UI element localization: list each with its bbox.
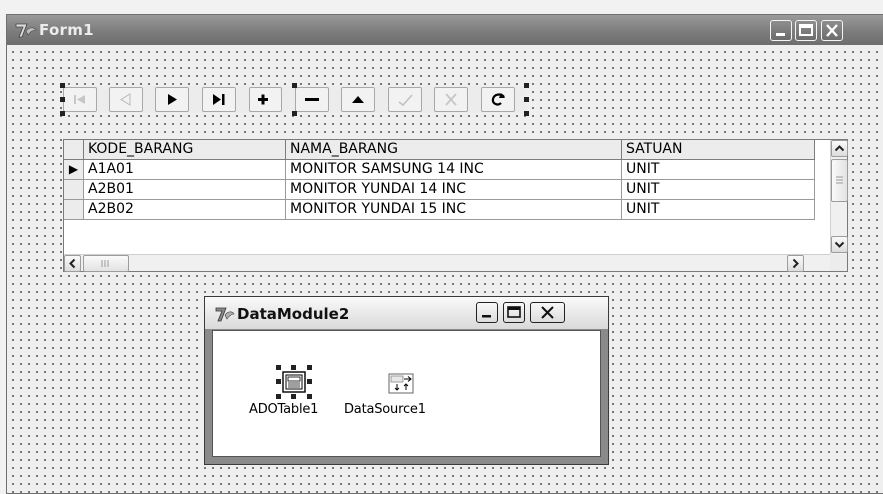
- close-icon: [541, 306, 554, 319]
- cell-nama-barang[interactable]: MONITOR YUNDAI 15 INC: [286, 200, 622, 220]
- check-icon: [398, 94, 413, 107]
- table-row[interactable]: ▶ A1A01 MONITOR SAMSUNG 14 INC UNIT: [64, 160, 830, 180]
- nav-last-button[interactable]: [202, 87, 236, 112]
- column-header-nama-barang[interactable]: NAMA_BARANG: [286, 140, 622, 160]
- vertical-scroll-thumb[interactable]: [831, 159, 848, 202]
- cell-kode-barang[interactable]: A2B01: [84, 180, 286, 200]
- nav-cancel-button[interactable]: [434, 87, 468, 112]
- cell-kode-barang[interactable]: A1A01: [84, 160, 286, 180]
- row-indicator: [64, 200, 84, 220]
- nav-prior-button[interactable]: [109, 87, 143, 112]
- grid-indicator-header: [64, 140, 84, 160]
- form1-title: Form1: [39, 21, 94, 39]
- db-navigator: [60, 83, 529, 116]
- nav-refresh-button[interactable]: [481, 87, 515, 112]
- first-record-icon: [74, 95, 85, 104]
- selection-handle[interactable]: [307, 365, 312, 370]
- cell-kode-barang[interactable]: A2B02: [84, 200, 286, 220]
- delphi-icon: [15, 23, 37, 38]
- datasource-icon: [388, 373, 414, 394]
- nav-post-button[interactable]: [388, 87, 422, 112]
- column-header-satuan[interactable]: SATUAN: [622, 140, 815, 160]
- maximize-button[interactable]: [503, 302, 525, 323]
- nav-edit-button[interactable]: [341, 87, 375, 112]
- scroll-right-button[interactable]: [787, 255, 804, 272]
- refresh-icon: [491, 93, 505, 106]
- selection-handle[interactable]: [276, 379, 281, 384]
- datamodule2-titlebar[interactable]: DataModule2: [205, 297, 608, 329]
- prior-record-icon: [120, 93, 131, 106]
- scrollbar-corner: [830, 254, 847, 271]
- chevron-left-icon: [69, 258, 76, 269]
- nav-first-button[interactable]: [63, 87, 97, 112]
- row-indicator: [64, 180, 84, 200]
- current-row-indicator: ▶: [64, 160, 84, 180]
- next-record-icon: [168, 94, 177, 105]
- column-header-kode-barang[interactable]: KODE_BARANG: [84, 140, 286, 160]
- nav-insert-button[interactable]: [249, 87, 282, 112]
- selection-handle[interactable]: [524, 83, 529, 88]
- cell-satuan[interactable]: UNIT: [622, 180, 815, 200]
- table-row[interactable]: A2B01 MONITOR YUNDAI 14 INC UNIT: [64, 180, 830, 200]
- selection-handle[interactable]: [524, 97, 529, 102]
- selection-handle[interactable]: [524, 111, 529, 116]
- scroll-up-button[interactable]: [831, 140, 848, 157]
- selection-handle[interactable]: [307, 394, 312, 399]
- selection-handle[interactable]: [276, 365, 281, 370]
- vertical-scrollbar[interactable]: [830, 140, 848, 255]
- minimize-button[interactable]: [770, 20, 792, 41]
- table-row[interactable]: A2B02 MONITOR YUNDAI 15 INC UNIT: [64, 200, 830, 220]
- horizontal-scrollbar[interactable]: [64, 254, 830, 272]
- db-grid[interactable]: KODE_BARANG NAMA_BARANG SATUAN ▶ A1A01 M…: [63, 139, 848, 272]
- form1-titlebar[interactable]: Form1: [7, 15, 883, 45]
- datamodule2-title: DataModule2: [237, 305, 350, 323]
- datasource-label: DataSource1: [344, 402, 426, 417]
- selection-handle[interactable]: [291, 365, 296, 370]
- selection-handle[interactable]: [307, 379, 312, 384]
- cell-satuan[interactable]: UNIT: [622, 200, 815, 220]
- grid-header-row: KODE_BARANG NAMA_BARANG SATUAN: [64, 140, 830, 160]
- selection-handle[interactable]: [292, 111, 297, 116]
- cell-nama-barang[interactable]: MONITOR SAMSUNG 14 INC: [286, 160, 622, 180]
- nav-next-button[interactable]: [155, 87, 189, 112]
- horizontal-scroll-thumb[interactable]: [83, 255, 129, 272]
- ado-table-label: ADOTable1: [249, 402, 319, 417]
- selection-handle[interactable]: [292, 83, 297, 88]
- ado-table-icon: [282, 371, 306, 393]
- datamodule2-window: DataModule2 ADOTable1 DataSource1: [204, 296, 609, 465]
- selection-handle[interactable]: [60, 97, 65, 102]
- chevron-down-icon: [834, 241, 845, 248]
- close-button[interactable]: [821, 20, 843, 41]
- scroll-down-button[interactable]: [831, 236, 848, 253]
- chevron-up-icon: [834, 145, 845, 152]
- datasource-component[interactable]: [386, 369, 416, 397]
- cell-nama-barang[interactable]: MONITOR YUNDAI 14 INC: [286, 180, 622, 200]
- delphi-icon: [215, 307, 235, 322]
- edit-triangle-icon: [352, 96, 364, 103]
- chevron-right-icon: [792, 258, 799, 269]
- close-button[interactable]: [530, 302, 565, 323]
- grip-icon: [836, 176, 843, 184]
- datamodule-design-area[interactable]: ADOTable1 DataSource1: [212, 330, 601, 457]
- selection-handle[interactable]: [276, 394, 281, 399]
- plus-icon: [258, 94, 268, 105]
- maximize-icon: [799, 24, 813, 36]
- maximize-icon: [507, 306, 521, 318]
- nav-delete-button[interactable]: [295, 87, 329, 112]
- minimize-button[interactable]: [476, 302, 498, 323]
- selection-handle[interactable]: [60, 83, 65, 88]
- minimize-icon: [776, 33, 785, 36]
- last-record-icon: [213, 94, 225, 105]
- selection-handle[interactable]: [60, 111, 65, 116]
- minus-icon: [305, 98, 319, 101]
- close-icon: [826, 24, 838, 37]
- cell-satuan[interactable]: UNIT: [622, 160, 815, 180]
- maximize-button[interactable]: [795, 20, 817, 41]
- minimize-icon: [482, 315, 491, 318]
- ado-table-component[interactable]: [276, 365, 312, 399]
- grip-icon: [101, 260, 109, 267]
- selection-handle[interactable]: [291, 394, 296, 399]
- scroll-left-button[interactable]: [64, 255, 81, 272]
- cancel-x-icon: [445, 93, 457, 106]
